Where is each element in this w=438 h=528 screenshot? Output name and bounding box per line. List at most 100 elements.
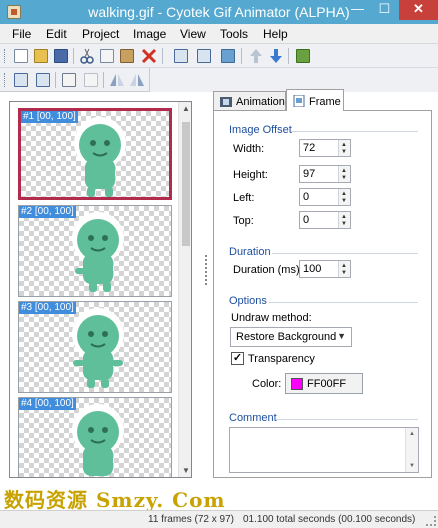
- export-frames-icon[interactable]: [34, 71, 52, 89]
- menu-project[interactable]: Project: [82, 27, 119, 41]
- toolbar-separator: [73, 48, 74, 64]
- frame-thumbnail[interactable]: #4 [00, 100]: [18, 397, 172, 477]
- tab-frame-label: Frame: [309, 96, 341, 108]
- close-button[interactable]: ✕: [399, 0, 438, 20]
- width-spinner-arrows[interactable]: ▲ ▼: [338, 140, 350, 156]
- menu-view[interactable]: View: [180, 27, 206, 41]
- transparency-label: Transparency: [248, 353, 315, 365]
- group-divider: [276, 419, 418, 420]
- toolbar-separator: [162, 48, 163, 64]
- transparency-color-picker[interactable]: FF00FF: [285, 373, 363, 394]
- scroll-up-arrow-icon[interactable]: ▲: [179, 104, 191, 113]
- maximize-button[interactable]: ☐: [371, 0, 398, 20]
- new-icon[interactable]: [12, 47, 30, 65]
- toolbar-separator: [103, 72, 104, 88]
- height-value: 97: [303, 168, 316, 180]
- frame-label: #1 [00, 100]: [21, 111, 78, 123]
- alien-sprite: [72, 212, 124, 292]
- resize-grip-icon[interactable]: [426, 516, 436, 526]
- undraw-method-value: Restore Background: [236, 331, 337, 343]
- watermark-band: 数码资源 Smzy. Com: [4, 484, 434, 512]
- width-spinner[interactable]: 72 ▲ ▼: [299, 139, 351, 157]
- frames-info: 11 frames (72 x 97): [148, 514, 234, 525]
- frames-toolbar: [0, 68, 150, 92]
- undraw-method-label: Undraw method:: [231, 312, 312, 324]
- scroll-down-arrow-icon[interactable]: ▼: [409, 463, 415, 469]
- flip-icon[interactable]: [108, 71, 126, 89]
- menu-image[interactable]: Image: [133, 27, 166, 41]
- duplicate-icon[interactable]: [60, 71, 78, 89]
- frames-list[interactable]: #1 [00, 100] #2 [00, 100] #3 [00, 100] #…: [9, 101, 192, 478]
- alien-sprite: [72, 404, 124, 476]
- left-value: 0: [303, 191, 310, 203]
- menu-bar: File Edit Project Image View Tools Help: [0, 24, 438, 44]
- duration-heading: Duration: [229, 246, 271, 258]
- duration-spinner[interactable]: 100 ▲ ▼: [299, 260, 351, 278]
- cut-icon[interactable]: [78, 47, 96, 65]
- group-divider: [291, 131, 418, 132]
- delete-icon[interactable]: [140, 47, 158, 65]
- toolbar-grip[interactable]: [4, 73, 7, 87]
- frame-thumbnail[interactable]: #2 [00, 100]: [18, 205, 172, 297]
- film-icon: [220, 97, 232, 107]
- frame-thumbnail[interactable]: #3 [00, 100]: [18, 301, 172, 393]
- mirror-icon[interactable]: [128, 71, 146, 89]
- frame-label: #4 [00, 100]: [19, 398, 76, 410]
- comment-textarea[interactable]: ▲ ▼: [229, 427, 419, 473]
- width-label: Width:: [233, 143, 265, 155]
- comment-heading: Comment: [229, 412, 277, 424]
- menu-tools[interactable]: Tools: [220, 27, 248, 41]
- save-icon[interactable]: [52, 47, 70, 65]
- tab-animation[interactable]: Animation: [213, 91, 286, 111]
- duration-info: 01.100 total seconds (00.100 seconds): [243, 514, 416, 525]
- menu-edit[interactable]: Edit: [46, 27, 67, 41]
- alien-sprite: [72, 308, 124, 388]
- paste-icon[interactable]: [118, 47, 136, 65]
- menu-file[interactable]: File: [12, 27, 31, 41]
- add-frame-icon[interactable]: [172, 47, 190, 65]
- panel-splitter[interactable]: [205, 255, 208, 285]
- chevron-down-icon: ▼: [337, 331, 346, 341]
- status-bar: 11 frames (72 x 97) 01.100 total seconds…: [0, 510, 438, 528]
- title-bar: walking.gif - Cyotek Gif Animator (ALPHA…: [0, 0, 438, 24]
- top-label: Top:: [233, 215, 254, 227]
- top-spinner-arrows[interactable]: ▲ ▼: [338, 212, 350, 228]
- group-divider: [269, 302, 418, 303]
- frame-thumbnail[interactable]: #1 [00, 100]: [18, 108, 172, 200]
- scroll-up-arrow-icon[interactable]: ▲: [409, 431, 415, 437]
- tab-frame[interactable]: Frame: [286, 89, 344, 111]
- left-spinner[interactable]: 0 ▲ ▼: [299, 188, 351, 206]
- duplicate-disabled-icon[interactable]: [82, 71, 100, 89]
- duration-spinner-arrows[interactable]: ▲ ▼: [338, 261, 350, 277]
- move-down-icon[interactable]: [267, 47, 285, 65]
- image-icon[interactable]: [219, 47, 237, 65]
- insert-frame-icon[interactable]: [195, 47, 213, 65]
- duration-value: 100: [303, 263, 322, 275]
- undraw-method-dropdown[interactable]: Restore Background ▼: [230, 327, 352, 347]
- frames-scrollbar[interactable]: ▲ ▼: [178, 102, 191, 477]
- top-value: 0: [303, 214, 310, 226]
- top-spinner[interactable]: 0 ▲ ▼: [299, 211, 351, 229]
- options-heading: Options: [229, 295, 267, 307]
- color-value: FF00FF: [307, 378, 347, 390]
- transparency-checkbox[interactable]: ✓: [231, 352, 244, 365]
- toolbar-separator: [241, 48, 242, 64]
- copy-icon[interactable]: [98, 47, 116, 65]
- height-spinner[interactable]: 97 ▲ ▼: [299, 165, 351, 183]
- watermark-text: 数码资源 Smzy. Com: [4, 488, 226, 512]
- height-spinner-arrows[interactable]: ▲ ▼: [338, 166, 350, 182]
- toolbar-grip[interactable]: [4, 49, 7, 63]
- width-value: 72: [303, 142, 316, 154]
- comment-scrollbar[interactable]: ▲ ▼: [405, 428, 418, 472]
- move-up-icon[interactable]: [247, 47, 265, 65]
- menu-help[interactable]: Help: [263, 27, 288, 41]
- import-icon[interactable]: [12, 71, 30, 89]
- export-icon[interactable]: [294, 47, 312, 65]
- tab-animation-label: Animation: [236, 96, 285, 108]
- scrollbar-thumb[interactable]: [182, 122, 190, 246]
- open-icon[interactable]: [32, 47, 50, 65]
- left-spinner-arrows[interactable]: ▲ ▼: [338, 189, 350, 205]
- color-swatch: [291, 378, 303, 390]
- minimize-button[interactable]: —: [344, 0, 371, 20]
- scroll-down-arrow-icon[interactable]: ▼: [179, 466, 191, 475]
